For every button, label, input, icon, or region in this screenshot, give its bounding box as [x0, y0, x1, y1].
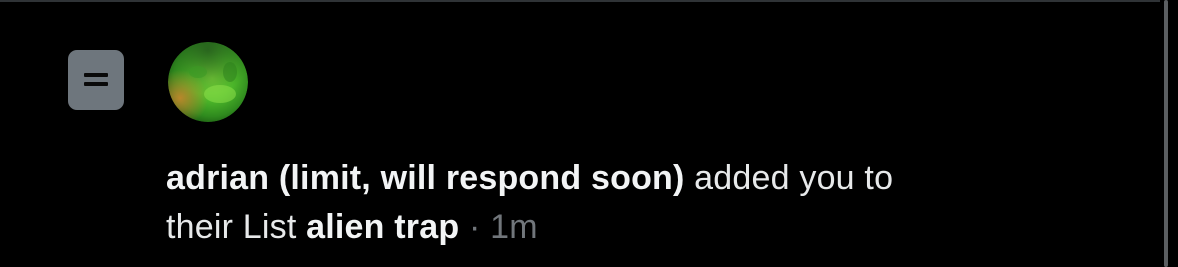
user-name-link[interactable]: adrian (limit, will respond soon): [166, 159, 685, 197]
separator-dot: ·: [459, 208, 491, 246]
notification-text: adrian (limit, will respond soon) added …: [166, 154, 1126, 252]
notification-item[interactable]: adrian (limit, will respond soon) added …: [0, 2, 1160, 267]
action-text-continued: their List: [166, 208, 307, 246]
timestamp[interactable]: 1m: [490, 208, 538, 246]
list-name-link[interactable]: alien trap: [306, 208, 459, 246]
action-text: added you to: [684, 159, 894, 197]
scrollbar[interactable]: [1164, 0, 1168, 267]
avatar[interactable]: [168, 42, 248, 122]
list-icon: [68, 50, 124, 110]
